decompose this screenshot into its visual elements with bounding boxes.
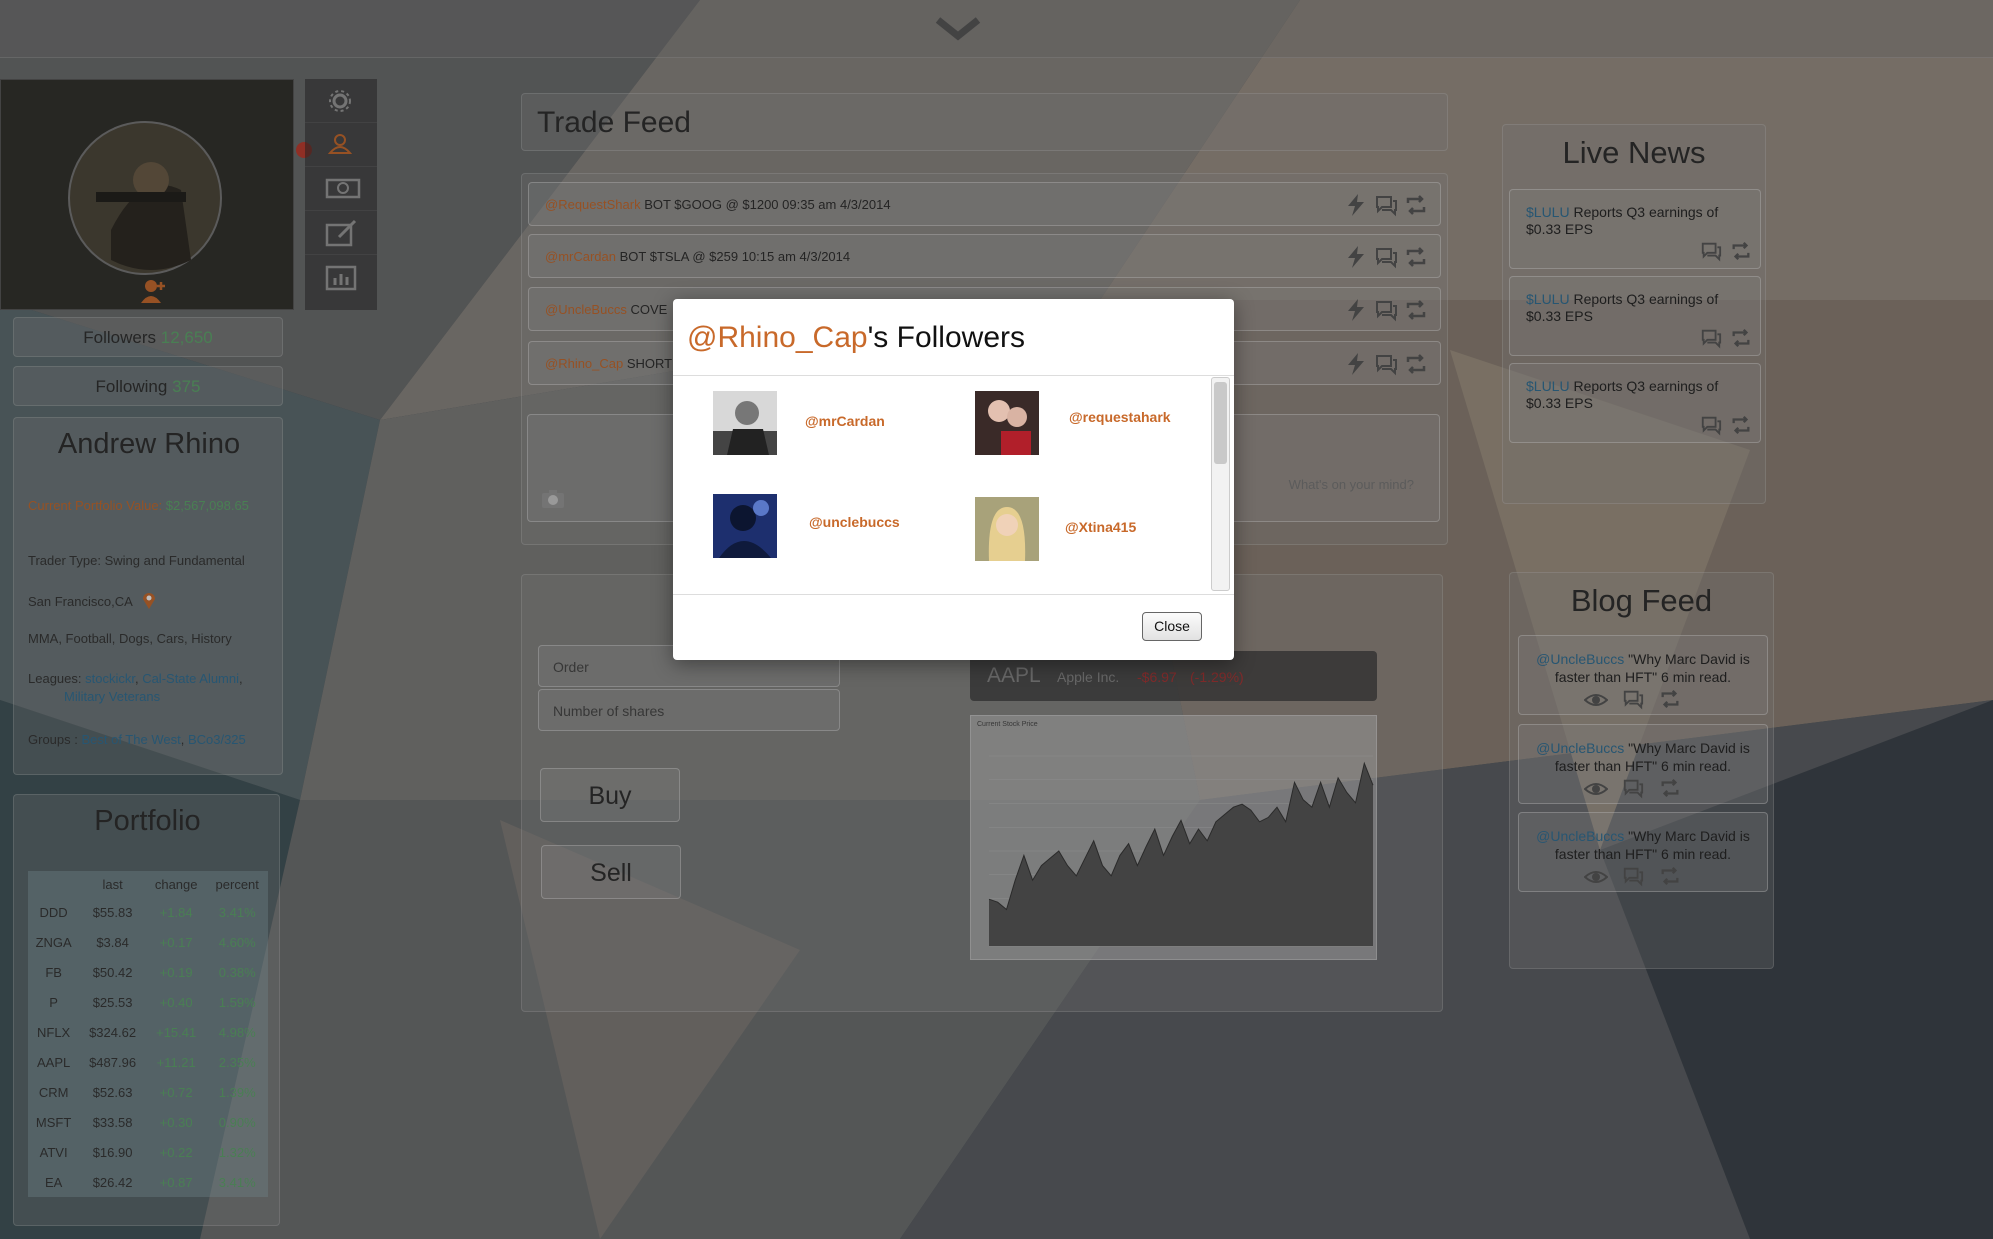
followers-modal: @Rhino_Cap's Followers @mrCardan @reques… xyxy=(673,299,1234,660)
follower-handle[interactable]: @requestahark xyxy=(1069,409,1171,425)
modal-title-suffix: 's Followers xyxy=(867,321,1025,354)
modal-scrollbar[interactable] xyxy=(1211,377,1230,591)
follower-avatar xyxy=(713,391,777,455)
divider xyxy=(673,375,1234,376)
follower-handle[interactable]: @unclebuccs xyxy=(809,514,900,530)
follower-avatar xyxy=(975,497,1039,561)
modal-title-handle: @Rhino_Cap xyxy=(687,321,868,354)
divider xyxy=(673,594,1234,595)
modal-title: @Rhino_Cap's Followers xyxy=(687,321,1025,355)
follower-handle[interactable]: @Xtina415 xyxy=(1065,519,1136,535)
scrollbar-thumb[interactable] xyxy=(1214,382,1227,464)
follower-avatar xyxy=(975,391,1039,455)
follower-avatar xyxy=(713,494,777,558)
follower-handle[interactable]: @mrCardan xyxy=(805,413,885,429)
close-button[interactable]: Close xyxy=(1142,612,1202,641)
